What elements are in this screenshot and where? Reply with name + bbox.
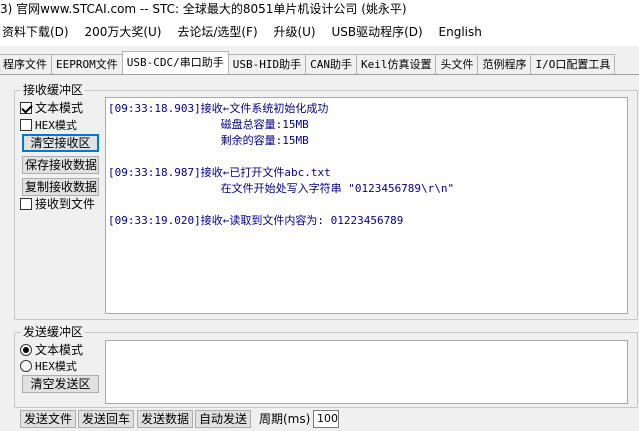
send-enter-button[interactable]: 发送回车 [78, 410, 134, 428]
clear-send-button[interactable]: 清空发送区 [22, 375, 99, 393]
receive-text-mode-checkbox[interactable]: 文本模式 [20, 101, 83, 115]
radio-checked-icon [20, 344, 32, 356]
send-text-area[interactable] [105, 340, 628, 404]
receive-hex-mode-label: HEX模式 [35, 119, 77, 132]
log-line: 在文件开始处写入字符串 "0123456789\r\n" [108, 182, 455, 195]
send-text-mode-label: 文本模式 [35, 343, 84, 357]
tab-can[interactable]: CAN助手 [305, 54, 357, 74]
clear-receive-button[interactable]: 清空接收区 [22, 134, 99, 152]
menu-prize[interactable]: 200万大奖(U) [78, 20, 167, 44]
period-label: 周期(ms) [259, 412, 311, 426]
send-hex-mode-radio[interactable]: HEX模式 [20, 359, 77, 374]
save-receive-button[interactable]: 保存接收数据 [22, 156, 99, 174]
receive-hex-mode-checkbox[interactable]: HEX模式 [20, 118, 77, 133]
send-group-label: 发送缓冲区 [21, 325, 86, 339]
send-data-button[interactable]: 发送数据 [137, 410, 193, 428]
menu-bar: 资料下载(D) 200万大奖(U) 去论坛/选型(F) 升级(U) USB驱动程… [0, 20, 639, 46]
copy-receive-button[interactable]: 复制接收数据 [22, 178, 99, 196]
tab-io-config[interactable]: I/O口配置工具 [530, 54, 616, 74]
send-hex-mode-label: HEX模式 [35, 360, 77, 373]
radio-empty-icon [20, 360, 32, 372]
menu-upgrade[interactable]: 升级(U) [267, 20, 321, 44]
period-input[interactable]: 100 [313, 410, 339, 428]
menu-english[interactable]: English [433, 20, 488, 44]
window-title: 3) 官网www.STCAI.com -- STC: 全球最大的8051单片机设… [0, 0, 639, 20]
checkbox-checked-icon [20, 102, 32, 114]
log-line: [09:33:18.987]接收←已打开文件abc.txt [108, 166, 331, 179]
tab-program-file[interactable]: 程序文件 [0, 54, 52, 74]
tab-usb-hid[interactable]: USB-HID助手 [227, 54, 307, 74]
tab-eeprom-file[interactable]: EEPROM文件 [51, 54, 123, 74]
tab-bar: 程序文件 EEPROM文件 USB-CDC/串口助手 USB-HID助手 CAN助手 Ke… [0, 51, 639, 75]
checkbox-empty-icon [20, 198, 32, 210]
auto-send-button[interactable]: 自动发送 [195, 410, 251, 428]
receive-to-file-checkbox[interactable]: 接收到文件 [20, 197, 95, 211]
menu-download[interactable]: 资料下载(D) [0, 20, 75, 44]
receive-text-area[interactable]: [09:33:18.903]接收←文件系统初始化成功 磁盘总容量:15MB 剩余… [105, 97, 628, 314]
tab-header-file[interactable]: 头文件 [435, 54, 479, 74]
log-line: 磁盘总容量:15MB [108, 118, 309, 131]
send-text-mode-radio[interactable]: 文本模式 [20, 343, 83, 357]
menu-usb-driver[interactable]: USB驱动程序(D) [325, 20, 428, 44]
log-line: [09:33:18.903]接收←文件系统初始化成功 [108, 102, 329, 115]
menu-forum[interactable]: 去论坛/选型(F) [171, 20, 263, 44]
checkbox-empty-icon [20, 119, 32, 131]
receive-to-file-label: 接收到文件 [35, 197, 96, 211]
tab-examples[interactable]: 范例程序 [477, 54, 532, 74]
tab-usb-cdc-serial[interactable]: USB-CDC/串口助手 [121, 51, 229, 74]
receive-group-label: 接收缓冲区 [21, 83, 86, 97]
log-line: 剩余的容量:15MB [108, 134, 309, 147]
receive-text-mode-label: 文本模式 [35, 101, 84, 115]
log-line: [09:33:19.020]接收←读取到文件内容为: 01223456789 [108, 214, 404, 227]
tab-keil-debug[interactable]: Keil仿真设置 [355, 54, 437, 74]
send-file-button[interactable]: 发送文件 [20, 410, 76, 428]
